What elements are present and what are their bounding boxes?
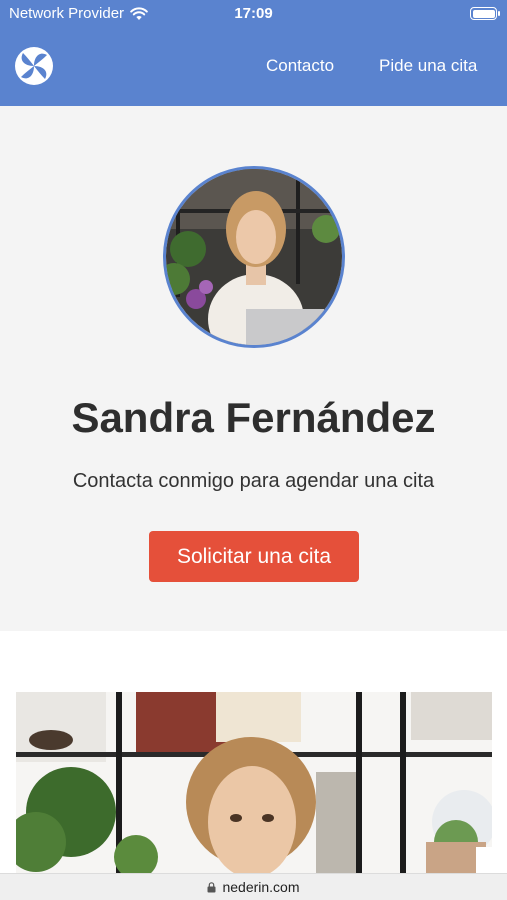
portrait-photo <box>16 692 492 873</box>
nav-link-pide-una-cita[interactable]: Pide una cita <box>379 56 477 76</box>
nav-link-contacto[interactable]: Contacto <box>266 56 334 76</box>
clock: 17:09 <box>234 5 273 22</box>
hero-subtitle: Contacta conmigo para agendar una cita <box>72 470 435 492</box>
profile-photo <box>166 169 342 345</box>
battery-level <box>472 9 495 18</box>
url-text: nederin.com <box>222 879 300 895</box>
lock-icon <box>207 881 216 892</box>
portrait-photo-image <box>16 692 492 873</box>
profile-name: Sandra Fernández <box>71 394 436 441</box>
browser-url-bar[interactable]: nederin.com <box>0 873 507 900</box>
header: Network Provider 17:09 Contacto Pide una… <box>0 0 507 106</box>
photo-section <box>0 631 507 873</box>
status-bar: Network Provider 17:09 <box>0 0 507 28</box>
profile-avatar <box>163 166 345 348</box>
request-appointment-button[interactable]: Solicitar una cita <box>149 531 359 582</box>
navbar: Contacto Pide una cita <box>0 28 507 106</box>
battery-icon <box>470 7 500 20</box>
hero-section: Sandra Fernández Contacta conmigo para a… <box>0 106 507 631</box>
pinwheel-logo-icon[interactable] <box>14 46 54 86</box>
